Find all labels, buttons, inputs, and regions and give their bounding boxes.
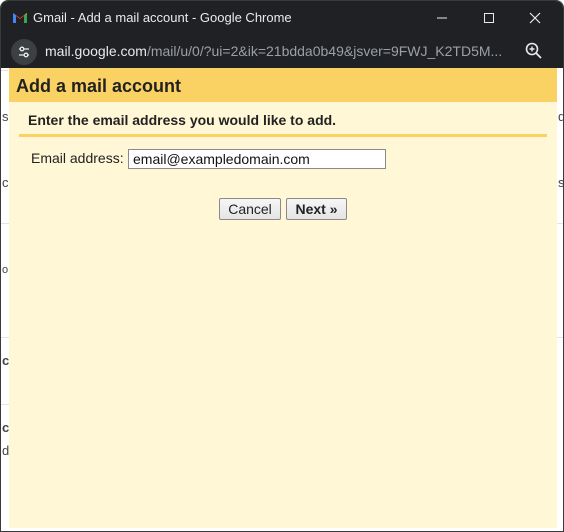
zoom-icon[interactable] [524, 41, 544, 61]
url-path: /mail/u/0/?ui=2&ik=21bdda0b49&jsver=9FWJ… [146, 43, 503, 59]
dialog-instruction: Enter the email address you would like t… [28, 112, 337, 128]
dialog-title: Add a mail account [16, 76, 182, 96]
add-mail-account-dialog: Add a mail account Enter the email addre… [9, 68, 557, 528]
maximize-button[interactable] [466, 1, 512, 35]
background-divider [557, 337, 563, 338]
cancel-button[interactable]: Cancel [219, 198, 281, 220]
background-divider [557, 223, 563, 224]
minimize-icon [437, 17, 447, 19]
background-divider [1, 337, 9, 338]
bg-fragment: s [558, 175, 564, 190]
background-divider [1, 404, 9, 405]
url-text[interactable]: mail.google.com/mail/u/0/?ui=2&ik=21bdda… [45, 43, 515, 59]
minimize-button[interactable] [419, 1, 465, 35]
window-title: Gmail - Add a mail account - Google Chro… [33, 10, 292, 25]
next-button[interactable]: Next » [286, 198, 347, 220]
site-info-button[interactable] [11, 39, 37, 65]
dialog-divider [19, 134, 547, 137]
email-field[interactable]: email@exampledomain.com [128, 149, 386, 169]
bg-fragment: s [2, 109, 9, 124]
close-icon [529, 12, 541, 24]
bg-fragment: c [2, 175, 9, 190]
site-info-icon [19, 46, 29, 58]
chrome-popup-window: Gmail - Add a mail account - Google Chro… [0, 0, 564, 532]
bg-fragment: d [558, 109, 563, 124]
close-button[interactable] [512, 1, 558, 35]
window-titlebar: Gmail - Add a mail account - Google Chro… [1, 1, 563, 35]
bg-fragment: o [2, 264, 9, 276]
maximize-icon [484, 13, 494, 23]
dialog-header: Add a mail account [9, 68, 557, 102]
email-label: Email address: [31, 150, 124, 166]
gmail-icon [13, 13, 27, 23]
background-divider [1, 223, 9, 224]
url-host: mail.google.com [45, 43, 147, 59]
